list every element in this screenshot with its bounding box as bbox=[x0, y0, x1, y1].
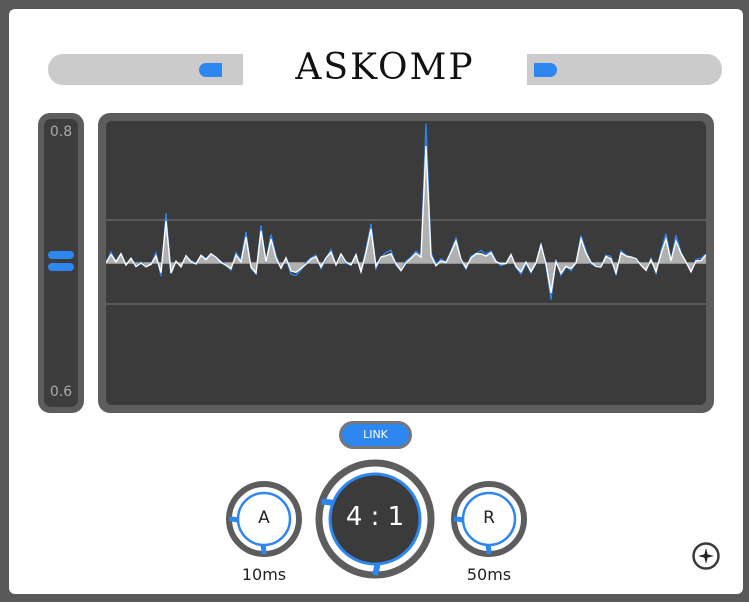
link-button[interactable]: LINK bbox=[339, 421, 412, 449]
waveform-screen bbox=[106, 121, 706, 405]
input-gain-slider[interactable] bbox=[48, 54, 243, 85]
threshold-thumb[interactable] bbox=[48, 251, 74, 272]
threshold-min-label: 0.6 bbox=[49, 384, 73, 400]
threshold-slider[interactable]: 0.8 0.6 bbox=[38, 113, 84, 413]
waveform-display bbox=[98, 113, 714, 413]
input-gain-thumb[interactable] bbox=[199, 63, 222, 77]
sun-icon[interactable] bbox=[692, 542, 720, 570]
output-gain-slider[interactable] bbox=[527, 54, 722, 85]
threshold-max-label: 0.8 bbox=[49, 124, 73, 140]
ratio-label: 4 : 1 bbox=[345, 502, 405, 532]
attack-letter: A bbox=[258, 508, 270, 528]
release-letter: R bbox=[483, 508, 495, 528]
waveform-graph bbox=[106, 123, 706, 305]
release-value-label: 50ms bbox=[466, 565, 512, 584]
ratio-knob[interactable]: 4 : 1 bbox=[314, 459, 438, 583]
attack-value-label: 10ms bbox=[241, 565, 287, 584]
release-knob[interactable]: R bbox=[450, 481, 528, 559]
attack-knob[interactable]: A bbox=[225, 481, 303, 559]
plugin-title: ASKOMP bbox=[295, 47, 475, 88]
output-gain-thumb[interactable] bbox=[534, 63, 557, 77]
